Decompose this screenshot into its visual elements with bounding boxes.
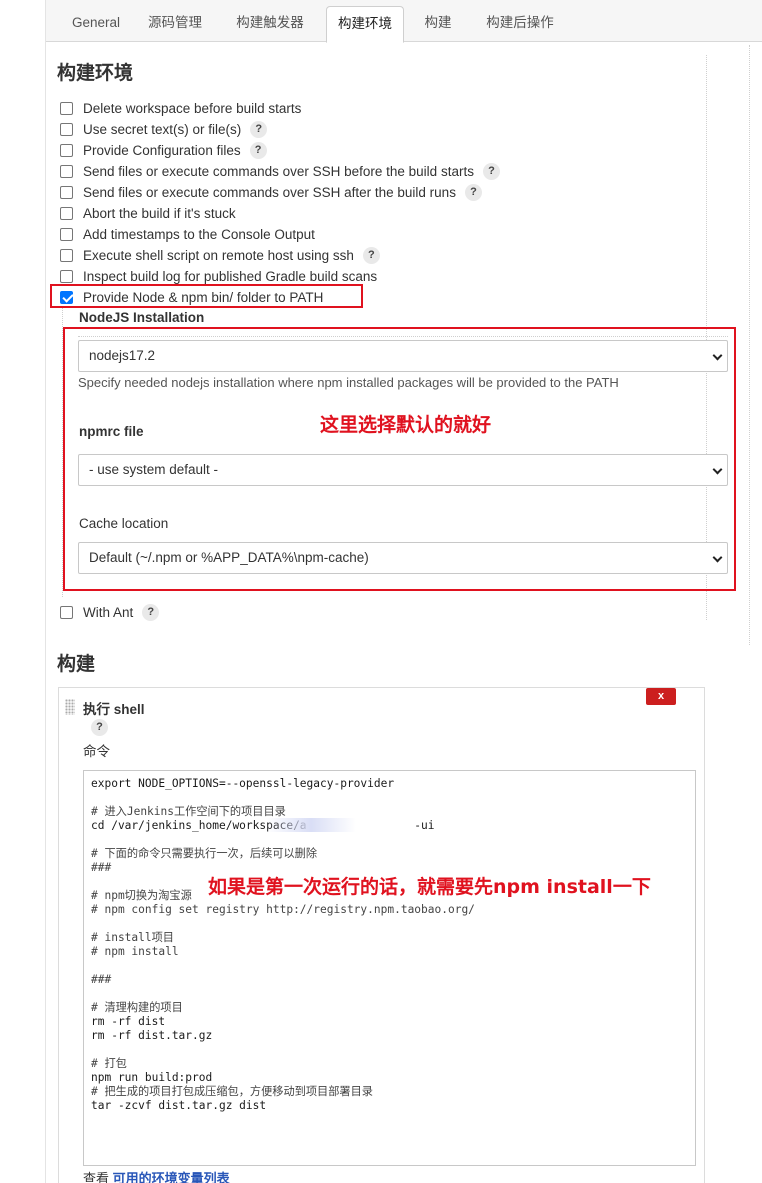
left-gutter xyxy=(0,0,46,1183)
help-icon[interactable]: ? xyxy=(91,719,108,736)
config-page: General 源码管理 构建触发器 构建环境 构建 构建后操作 构建环境 De… xyxy=(46,0,762,1183)
annotation-npm-install-note: 如果是第一次运行的话，就需要先npm install一下 xyxy=(208,876,651,898)
checkbox[interactable] xyxy=(60,269,73,283)
option-label: With Ant xyxy=(83,604,134,620)
code-line: # install项目 xyxy=(91,931,174,944)
option-label: Add timestamps to the Console Output xyxy=(83,226,315,242)
code-line: npm run build:prod xyxy=(91,1071,213,1084)
option-with-ant[interactable]: With Ant ? xyxy=(60,602,160,622)
code-line: ### xyxy=(91,861,112,874)
config-tabs: General 源码管理 构建触发器 构建环境 构建 构建后操作 xyxy=(46,0,762,43)
highlight-box-node-config xyxy=(63,327,736,591)
option-label: Inspect build log for published Gradle b… xyxy=(83,268,378,284)
tab-build-triggers[interactable]: 构建触发器 xyxy=(224,6,316,42)
command-label: 命令 xyxy=(83,744,110,759)
tab-build[interactable]: 构建 xyxy=(413,6,463,42)
tab-build-environment[interactable]: 构建环境 xyxy=(326,6,404,43)
option-remote-shell[interactable]: Execute shell script on remote host usin… xyxy=(60,245,380,265)
code-line: rm -rf dist.tar.gz xyxy=(91,1029,213,1042)
code-line: # 把生成的项目打包成压缩包，方便移动到项目部署目录 xyxy=(91,1085,373,1098)
build-environment-title: 构建环境 xyxy=(57,63,134,84)
checkbox[interactable] xyxy=(60,185,73,199)
code-line: tar -zcvf dist.tar.gz dist xyxy=(91,1099,267,1112)
option-label: Send files or execute commands over SSH … xyxy=(83,184,456,200)
option-label: Send files or execute commands over SSH … xyxy=(83,163,474,179)
checkbox[interactable] xyxy=(60,605,73,619)
option-label: Execute shell script on remote host usin… xyxy=(83,247,354,263)
help-icon[interactable]: ? xyxy=(250,120,268,138)
dotted-guide xyxy=(749,45,750,645)
drag-handle-icon[interactable] xyxy=(65,699,75,715)
help-icon[interactable]: ? xyxy=(482,162,500,180)
checkbox[interactable] xyxy=(60,248,73,262)
tab-post-build[interactable]: 构建后操作 xyxy=(474,6,566,42)
delete-step-button[interactable]: x xyxy=(646,688,676,705)
checkbox[interactable] xyxy=(60,227,73,241)
tab-general[interactable]: General xyxy=(56,6,136,42)
code-line: # 下面的命令只需要执行一次，后续可以删除 xyxy=(91,847,318,860)
code-line: # 清理构建的项目 xyxy=(91,1001,183,1014)
option-ssh-before[interactable]: Send files or execute commands over SSH … xyxy=(60,161,500,181)
code-line: # 进入Jenkins工作空间下的项目目录 xyxy=(91,805,286,818)
checkbox[interactable] xyxy=(60,101,73,115)
help-icon[interactable]: ? xyxy=(249,141,267,159)
nodejs-installation-label: NodeJS Installation xyxy=(79,310,205,325)
checkbox[interactable] xyxy=(60,164,73,178)
build-step-title: 执行 shell xyxy=(83,702,145,717)
option-label: Use secret text(s) or file(s) xyxy=(83,121,242,137)
option-label: Abort the build if it's stuck xyxy=(83,205,236,221)
option-timestamps[interactable]: Add timestamps to the Console Output xyxy=(60,224,315,244)
code-line: cd /var/jenkins_home/workspace/a -ui xyxy=(91,819,435,832)
code-line: # npm config set registry http://registr… xyxy=(91,903,475,916)
checkbox[interactable] xyxy=(60,143,73,157)
help-icon[interactable]: ? xyxy=(464,183,482,201)
help-icon[interactable]: ? xyxy=(142,603,160,621)
option-secret-text[interactable]: Use secret text(s) or file(s) ? xyxy=(60,119,268,139)
checkbox[interactable] xyxy=(60,206,73,220)
code-line: # npm切换为淘宝源 xyxy=(91,889,192,902)
redacted-blur xyxy=(266,818,356,832)
code-line: # 打包 xyxy=(91,1057,127,1070)
env-vars-link[interactable]: 可用的环境变量列表 xyxy=(113,1171,230,1183)
tab-source-control[interactable]: 源码管理 xyxy=(136,6,214,42)
checkbox[interactable] xyxy=(60,122,73,136)
option-ssh-after[interactable]: Send files or execute commands over SSH … xyxy=(60,182,482,202)
help-icon[interactable]: ? xyxy=(362,246,380,264)
env-vars-footer: 查看 可用的环境变量列表 xyxy=(83,1168,230,1183)
option-abort-stuck[interactable]: Abort the build if it's stuck xyxy=(60,203,236,223)
option-delete-workspace[interactable]: Delete workspace before build starts xyxy=(60,98,301,118)
highlight-box-checkbox xyxy=(50,284,363,308)
code-line: export NODE_OPTIONS=--openssl-legacy-pro… xyxy=(91,777,395,790)
code-line: rm -rf dist xyxy=(91,1015,166,1028)
option-gradle-scans[interactable]: Inspect build log for published Gradle b… xyxy=(60,266,377,286)
command-textarea[interactable]: export NODE_OPTIONS=--openssl-legacy-pro… xyxy=(83,770,696,1166)
build-section-title: 构建 xyxy=(57,654,96,675)
code-line: # npm install xyxy=(91,945,179,958)
code-line: ### xyxy=(91,973,112,986)
option-config-files[interactable]: Provide Configuration files ? xyxy=(60,140,267,160)
footer-prefix: 查看 xyxy=(83,1171,113,1183)
option-label: Provide Configuration files xyxy=(83,142,241,158)
option-label: Delete workspace before build starts xyxy=(83,100,302,116)
